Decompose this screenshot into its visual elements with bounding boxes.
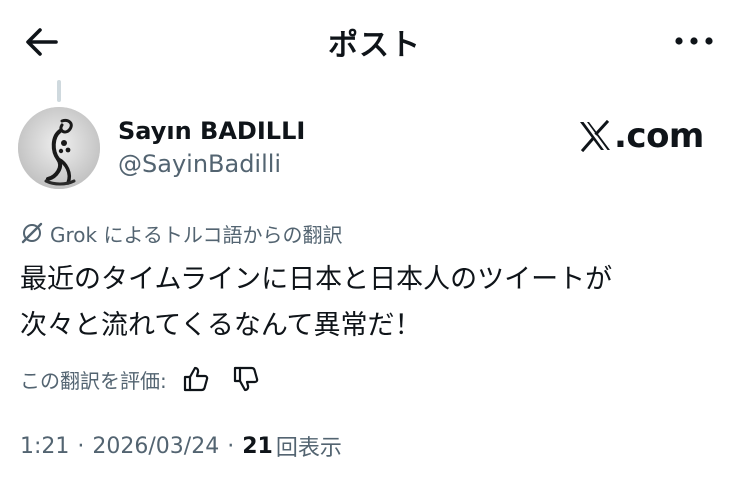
post-meta: 1:21 · 2026/03/24 · 21 回表示 bbox=[20, 430, 342, 462]
grok-icon bbox=[21, 222, 43, 244]
translation-note[interactable]: Grok によるトルコ語からの翻訳 bbox=[20, 218, 342, 248]
top-bar: ポスト bbox=[0, 0, 749, 80]
post-date[interactable]: 2026/03/24 bbox=[92, 434, 219, 459]
thread-connector bbox=[57, 80, 61, 102]
view-count: 21 bbox=[242, 433, 273, 459]
thumbs-down-button[interactable] bbox=[229, 362, 263, 396]
thumbs-down-icon bbox=[233, 366, 258, 392]
rate-translation-row: この翻訳を評価: bbox=[20, 362, 263, 396]
author-name[interactable]: Sayın BADILLI bbox=[118, 117, 305, 145]
post-time[interactable]: 1:21 bbox=[20, 434, 69, 459]
x-logo-icon bbox=[580, 120, 610, 152]
meta-separator: · bbox=[227, 433, 235, 459]
translation-note-text: Grok によるトルコ語からの翻訳 bbox=[50, 222, 343, 247]
more-button[interactable] bbox=[670, 26, 718, 56]
more-horizontal-icon bbox=[675, 37, 713, 45]
rate-translation-label: この翻訳を評価: bbox=[20, 368, 167, 393]
meta-separator: · bbox=[77, 433, 85, 459]
source-domain: .com bbox=[614, 116, 704, 156]
author-handle[interactable]: @SayinBadilli bbox=[118, 150, 281, 178]
view-count-label: 回表示 bbox=[275, 436, 342, 461]
post-text: 最近のタイムラインに日本と日本人のツイートが 次々と流れてくるなんて異常だ！ bbox=[20, 264, 613, 341]
thumbs-up-icon bbox=[183, 366, 208, 392]
calligraphy-avatar-image bbox=[18, 107, 100, 189]
page-title: ポスト bbox=[328, 28, 421, 63]
avatar[interactable] bbox=[18, 107, 100, 189]
thumbs-up-button[interactable] bbox=[179, 362, 213, 396]
source-logo: .com bbox=[578, 116, 704, 156]
